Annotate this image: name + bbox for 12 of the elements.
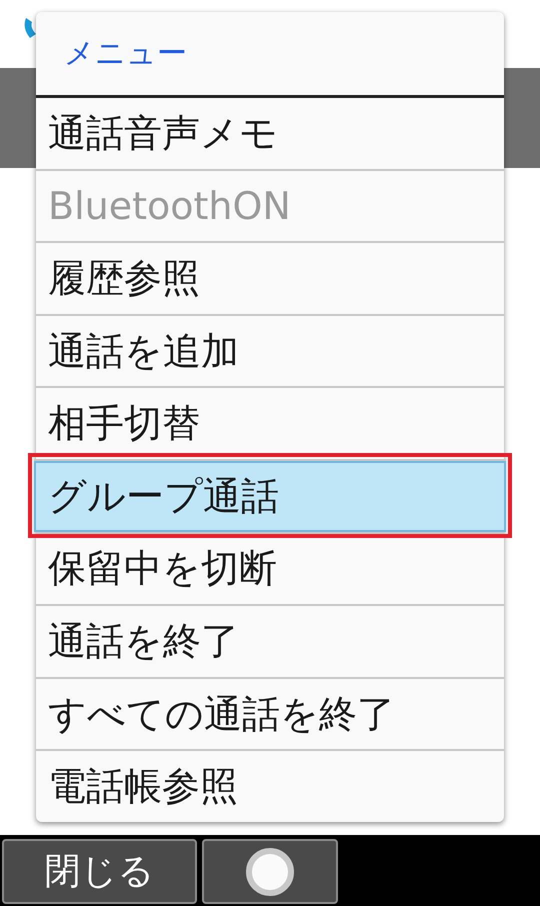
menu-item[interactable]: 保留中を切断 — [36, 532, 504, 604]
phone-icon — [22, 18, 36, 38]
menu-item[interactable]: 電話帳参照 — [36, 749, 504, 822]
menu-item[interactable]: 通話を追加 — [36, 314, 504, 386]
center-softkey[interactable] — [202, 839, 338, 904]
close-softkey[interactable]: 閉じる — [2, 839, 197, 904]
menu-title: メニュー — [36, 12, 504, 98]
circle-icon — [246, 848, 294, 896]
menu-item[interactable]: すべての通話を終了 — [36, 676, 504, 750]
menu-item[interactable]: 通話を終了 — [36, 604, 504, 677]
menu-item[interactable]: 履歴参照 — [36, 241, 504, 314]
menu-item[interactable]: 通話音声メモ — [36, 98, 504, 169]
